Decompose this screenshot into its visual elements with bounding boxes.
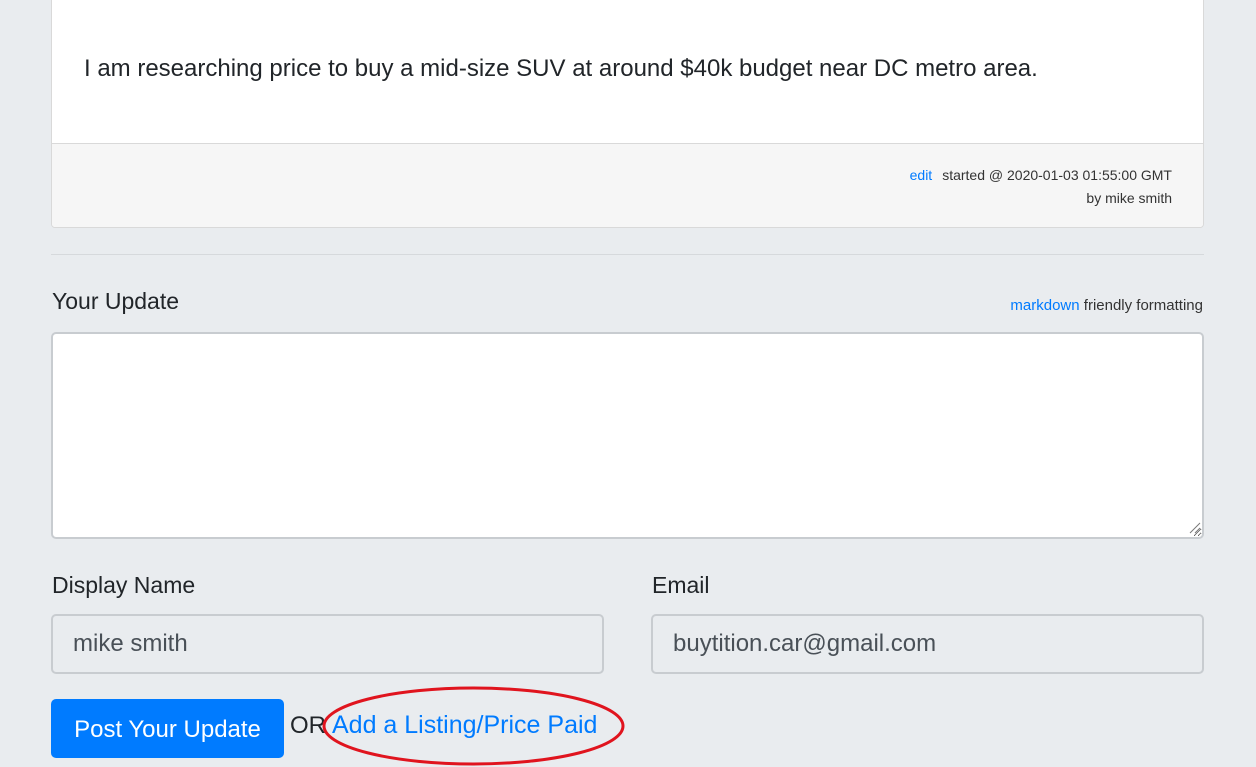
author-text: by mike smith <box>1086 190 1172 206</box>
topic-body: I am researching price to buy a mid-size… <box>52 0 1203 144</box>
topic-meta: edit started @ 2020-01-03 01:55:00 GMT by… <box>910 164 1172 210</box>
post-update-button[interactable]: Post Your Update <box>51 699 284 758</box>
your-update-label: Your Update <box>52 288 180 314</box>
edit-link[interactable]: edit <box>910 167 933 183</box>
display-name-label: Display Name <box>52 572 196 598</box>
email-input[interactable]: buytition.car@gmail.com <box>651 614 1204 674</box>
section-divider <box>51 254 1204 255</box>
or-text: OR <box>290 712 326 739</box>
topic-card: I am researching price to buy a mid-size… <box>51 0 1204 228</box>
add-listing-link[interactable]: Add a Listing/Price Paid <box>332 711 597 740</box>
display-name-input[interactable]: mike smith <box>51 614 604 674</box>
page: I am researching price to buy a mid-size… <box>0 0 1256 767</box>
formatting-hint-text: friendly formatting <box>1079 297 1203 314</box>
email-label: Email <box>652 572 710 598</box>
started-timestamp: started @ 2020-01-03 01:55:00 GMT <box>942 167 1172 183</box>
topic-text: I am researching price to buy a mid-size… <box>84 55 1038 82</box>
topic-footer: edit started @ 2020-01-03 01:55:00 GMT by… <box>52 144 1203 227</box>
markdown-link[interactable]: markdown <box>1010 297 1079 314</box>
formatting-hint: markdown friendly formatting <box>1010 297 1203 314</box>
resize-grip-icon[interactable] <box>1189 522 1201 534</box>
update-textarea[interactable] <box>51 332 1204 539</box>
